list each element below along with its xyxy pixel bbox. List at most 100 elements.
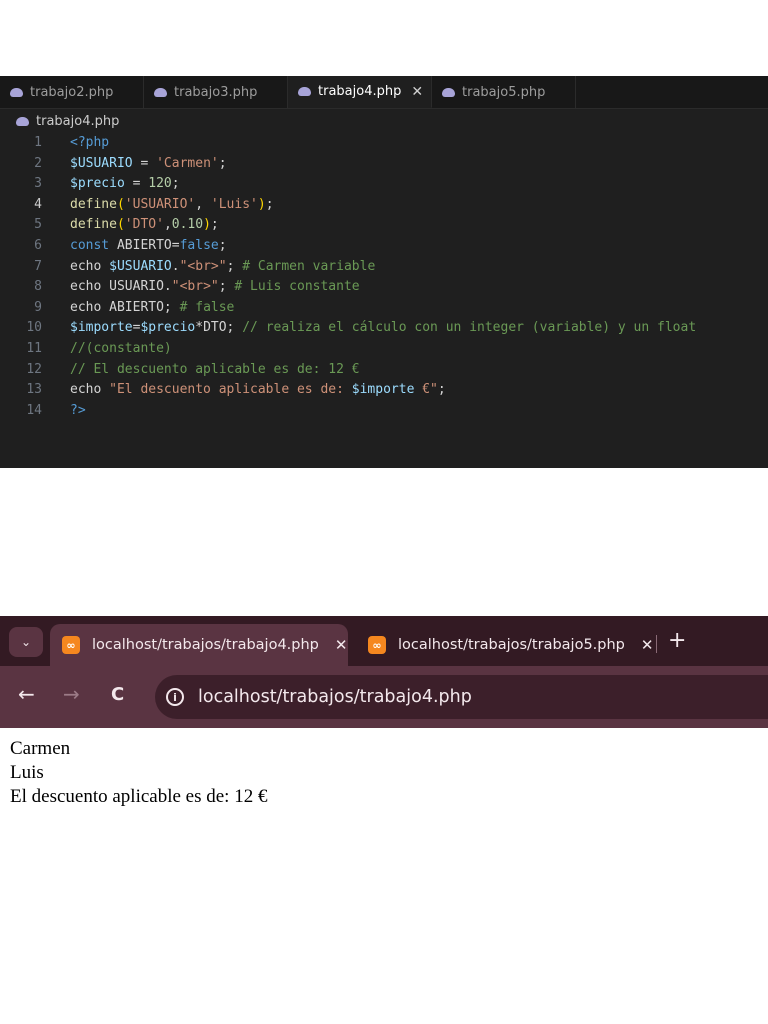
line-number: 10 [26, 320, 42, 336]
breadcrumb[interactable]: trabajo4.php [0, 109, 768, 133]
php-elephant-icon [10, 87, 23, 97]
code-line: 9 echo ABIERTO; # false [0, 298, 768, 319]
code-comment: //(constante) [70, 340, 172, 356]
info-icon[interactable]: i [166, 688, 184, 706]
new-tab-button[interactable]: + [668, 628, 686, 653]
code-token: ; [226, 258, 243, 274]
editor-tab-label: trabajo4.php [318, 84, 402, 99]
close-icon[interactable]: ✕ [411, 84, 423, 100]
code-line: 14 ?> [0, 401, 768, 422]
output-line: Carmen [10, 738, 71, 759]
code-token: 120 [148, 176, 172, 192]
code-token: "<br>" [171, 279, 219, 295]
page-output: Carmen Luis El descuento aplicable es de… [10, 737, 267, 809]
code-comment: # Carmen variable [242, 258, 376, 274]
code-token: ; [437, 382, 446, 398]
browser-tab-title: localhost/trabajos/trabajo5.php [398, 637, 625, 653]
code-token: define [70, 217, 117, 233]
browser-window: ⌄ ∞ localhost/trabajos/trabajo4.php ✕ ∞ … [0, 616, 768, 728]
back-button[interactable]: ← [18, 682, 35, 706]
tab-separator [656, 635, 657, 653]
code-token: $USUARIO [70, 155, 133, 171]
php-elephant-icon [298, 87, 311, 96]
code-line: 2 $USUARIO = 'Carmen'; [0, 154, 768, 175]
code-token: echo [70, 258, 110, 274]
code-token: ; [171, 176, 180, 192]
php-elephant-icon [16, 116, 29, 126]
editor-tab-trabajo4[interactable]: trabajo4.php ✕ [288, 76, 432, 108]
code-comment: // El descuento aplicable es de: 12 € [70, 361, 360, 377]
tab-search-button[interactable]: ⌄ [9, 627, 43, 657]
code-token: $importe [351, 382, 415, 398]
code-token: echo [70, 382, 110, 398]
code-token: = [124, 176, 149, 192]
code-token: 'Luis' [210, 196, 258, 212]
code-token: "<br>" [179, 258, 227, 274]
code-token: $precio [140, 320, 196, 336]
line-number: 1 [34, 135, 42, 150]
code-token: ABIERTO= [109, 237, 180, 253]
browser-tab-strip: ⌄ ∞ localhost/trabajos/trabajo4.php ✕ ∞ … [0, 616, 768, 666]
editor-tab-label: trabajo5.php [462, 84, 546, 100]
code-line: 5 define('DTO', 0.10); [0, 215, 768, 236]
close-icon[interactable]: ✕ [335, 636, 348, 654]
breadcrumb-file: trabajo4.php [36, 113, 120, 129]
code-token: = [132, 320, 141, 336]
code-token: const [70, 237, 110, 253]
php-close-tag: ?> [70, 402, 86, 418]
reload-button[interactable]: C [111, 684, 124, 705]
code-token: 'USUARIO' [124, 196, 196, 212]
code-token: ) [203, 217, 211, 233]
url-text[interactable]: localhost/trabajos/trabajo4.php [198, 687, 472, 707]
code-comment: // realiza el cálculo con un integer (va… [242, 320, 697, 336]
line-number: 3 [34, 176, 42, 192]
php-elephant-icon [154, 87, 167, 97]
code-token: 'DTO' [124, 217, 164, 233]
code-area[interactable]: 1 <?php 2 $USUARIO = 'Carmen'; 3 $precio… [0, 133, 768, 421]
line-number: 6 [34, 237, 42, 253]
line-number: 9 [34, 299, 42, 315]
code-token: , [163, 217, 172, 233]
code-token: 0.10 [171, 217, 204, 233]
code-token: ; [210, 217, 219, 233]
close-icon[interactable]: ✕ [641, 636, 654, 654]
line-number: 7 [34, 258, 42, 274]
code-token: ; [218, 155, 227, 171]
line-number: 8 [34, 279, 42, 295]
code-token: ; [218, 279, 235, 295]
forward-button[interactable]: → [63, 682, 80, 706]
editor-tab-label: trabajo3.php [174, 84, 258, 100]
code-line: 13 echo "El descuento aplicable es de: $… [0, 380, 768, 401]
code-token: 'Carmen' [156, 155, 219, 171]
browser-tab-trabajo5[interactable]: ∞ localhost/trabajos/trabajo5.php ✕ [356, 624, 656, 666]
code-comment: # false [179, 299, 235, 315]
address-bar[interactable]: i localhost/trabajos/trabajo4.php [155, 675, 768, 719]
code-token: $importe [70, 320, 133, 336]
code-token: = [132, 155, 157, 171]
line-number: 14 [26, 402, 42, 418]
code-token: . [171, 258, 180, 274]
code-line: 1 <?php [0, 133, 768, 154]
editor-tab-trabajo3[interactable]: trabajo3.php [144, 76, 288, 108]
browser-tab-trabajo4[interactable]: ∞ localhost/trabajos/trabajo4.php ✕ [50, 624, 348, 666]
code-line: 7 echo $USUARIO. "<br>"; # Carmen variabl… [0, 257, 768, 278]
output-line: El descuento aplicable es de: 12 € [10, 786, 268, 807]
code-line: 12 // El descuento aplicable es de: 12 € [0, 360, 768, 381]
code-line: 10 $importe = $precio *DTO; // realiza el c… [0, 318, 768, 339]
output-line: Luis [10, 762, 44, 783]
editor-tab-label: trabajo2.php [30, 84, 114, 100]
code-token: false [179, 237, 219, 253]
xampp-icon: ∞ [62, 636, 80, 654]
editor-tab-trabajo5[interactable]: trabajo5.php [432, 76, 576, 108]
code-token: ; [265, 196, 274, 212]
browser-toolbar: ← → C i localhost/trabajos/trabajo4.php [0, 666, 768, 728]
code-token: ABIERTO; [109, 299, 180, 315]
browser-tab-title: localhost/trabajos/trabajo4.php [92, 637, 319, 653]
code-line: 8 echo USUARIO. "<br>"; # Luis constante [0, 277, 768, 298]
editor-tab-trabajo2[interactable]: trabajo2.php [0, 76, 144, 108]
code-line: 6 const ABIERTO= false; [0, 236, 768, 257]
xampp-icon: ∞ [368, 636, 386, 654]
line-number: 2 [34, 155, 42, 171]
code-line: 4 define('USUARIO', 'Luis'); [0, 195, 768, 216]
code-token: USUARIO. [109, 279, 172, 295]
